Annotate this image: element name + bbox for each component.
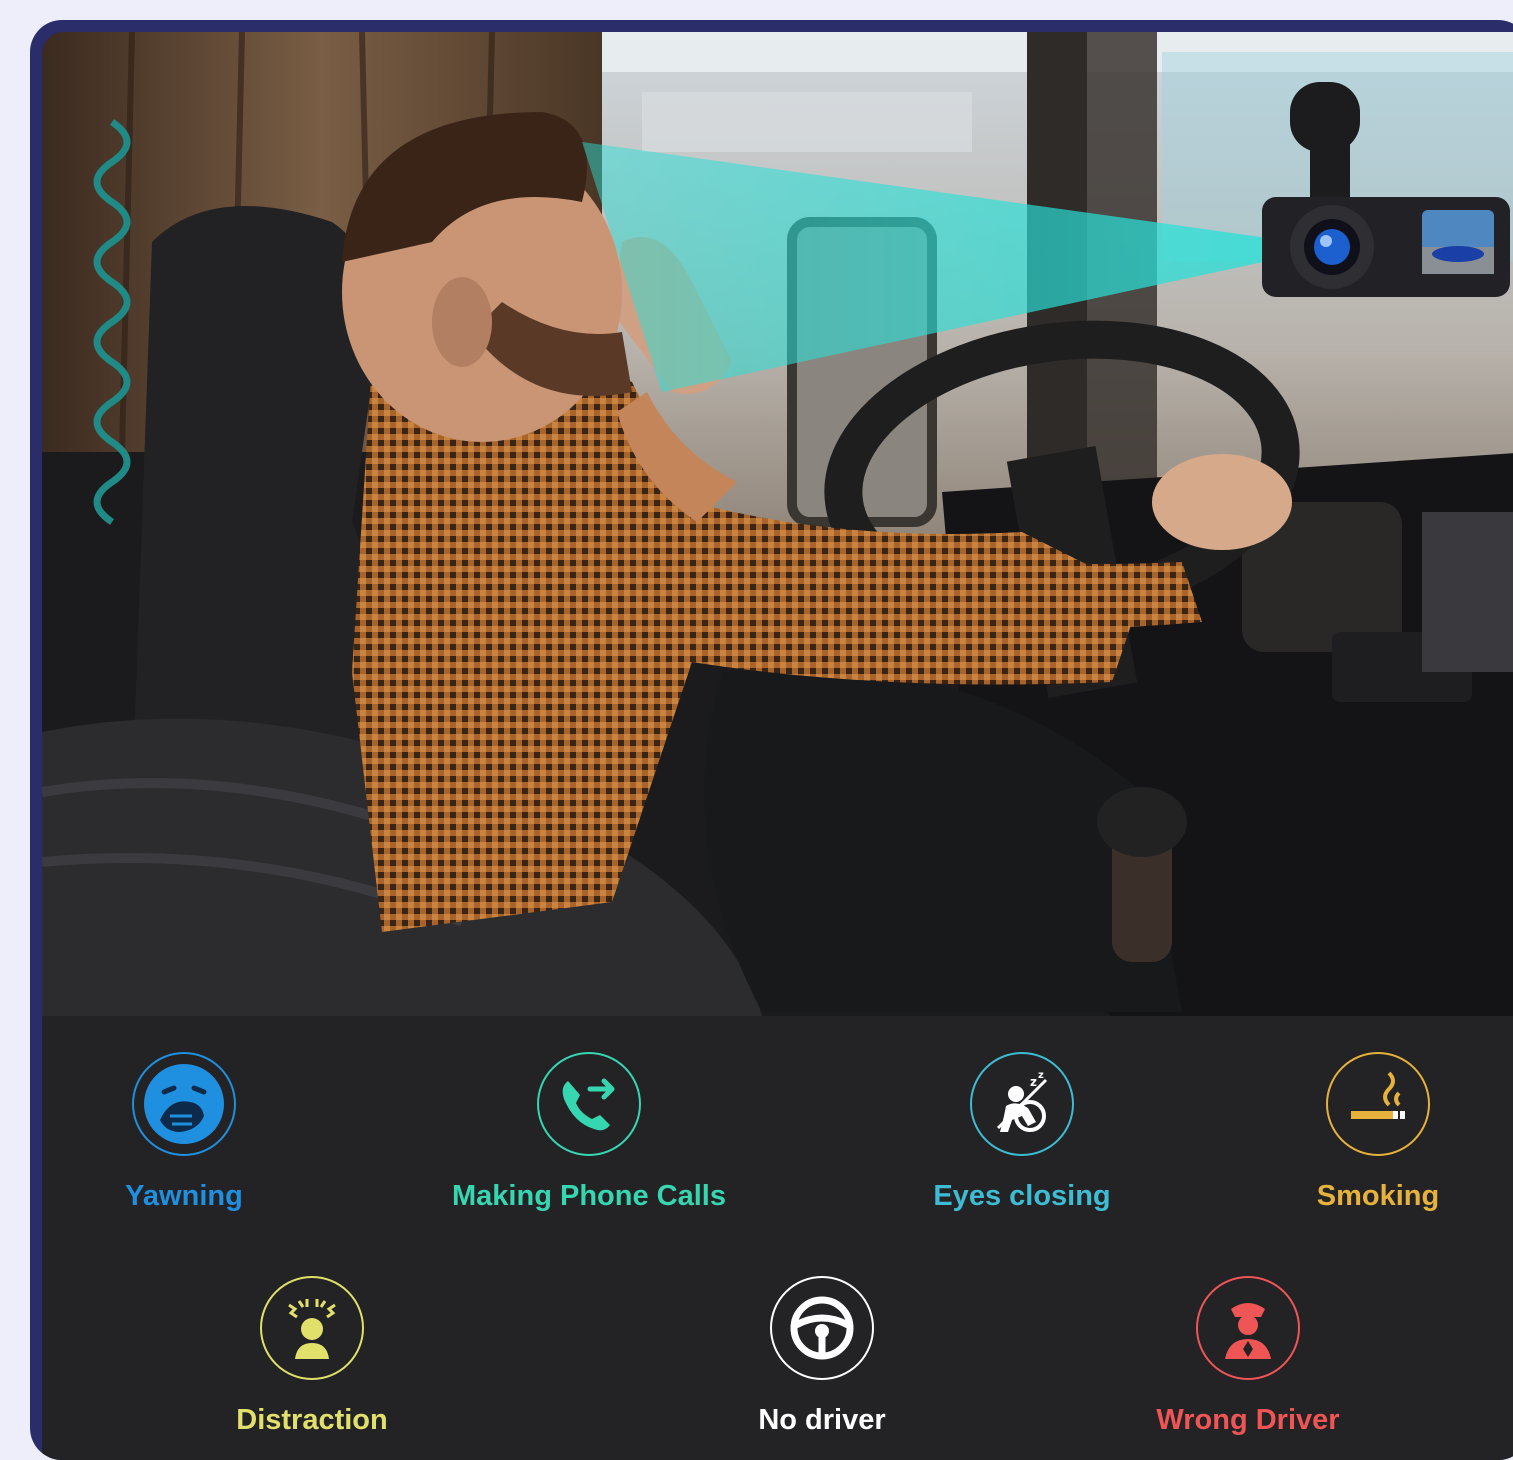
feature-eyes-closing: z z Eyes closing [842, 1052, 1202, 1213]
no-driver-badge [770, 1276, 874, 1380]
feature-label: No driver [758, 1404, 886, 1436]
feature-label: Smoking [1316, 1180, 1440, 1212]
feature-label: Eyes closing [933, 1180, 1111, 1212]
card-frame: Yawning Making Phone Calls z z Eyes clos… [30, 20, 1513, 1460]
svg-text:z: z [1030, 1075, 1037, 1089]
wrong-driver-badge [1196, 1276, 1300, 1380]
feature-distraction: Distraction [132, 1276, 492, 1437]
feature-label: Yawning [125, 1180, 243, 1212]
yawning-face-icon [144, 1064, 224, 1144]
phone-call-badge [537, 1052, 641, 1156]
distracted-head-icon [288, 1299, 336, 1359]
cab-scene-illustration [42, 32, 1513, 1016]
feature-no-driver: No driver [642, 1276, 1002, 1437]
distraction-badge [260, 1276, 364, 1380]
sleeping-driver-icon: z z [996, 1070, 1048, 1132]
smoking-badge [1326, 1052, 1430, 1156]
yawning-badge [132, 1052, 236, 1156]
feature-phone-calls: Making Phone Calls [409, 1052, 769, 1213]
feature-yawning: Yawning [30, 1052, 364, 1213]
feature-label: Making Phone Calls [452, 1180, 726, 1212]
eyes-closing-badge: z z [970, 1052, 1074, 1156]
feature-wrong-driver: Wrong Driver [1068, 1276, 1428, 1437]
feature-smoking: Smoking [1198, 1052, 1513, 1213]
phone-call-icon [562, 1078, 615, 1131]
driver-person-icon [1225, 1303, 1271, 1359]
feature-label: Distraction [236, 1404, 388, 1436]
cigarette-icon [1351, 1071, 1405, 1119]
steering-wheel-icon [790, 1296, 854, 1360]
svg-text:z: z [1038, 1070, 1044, 1081]
hero-photo [42, 32, 1513, 1016]
feature-label: Wrong Driver [1156, 1404, 1340, 1436]
features-panel: Yawning Making Phone Calls z z Eyes clos… [42, 1016, 1513, 1460]
